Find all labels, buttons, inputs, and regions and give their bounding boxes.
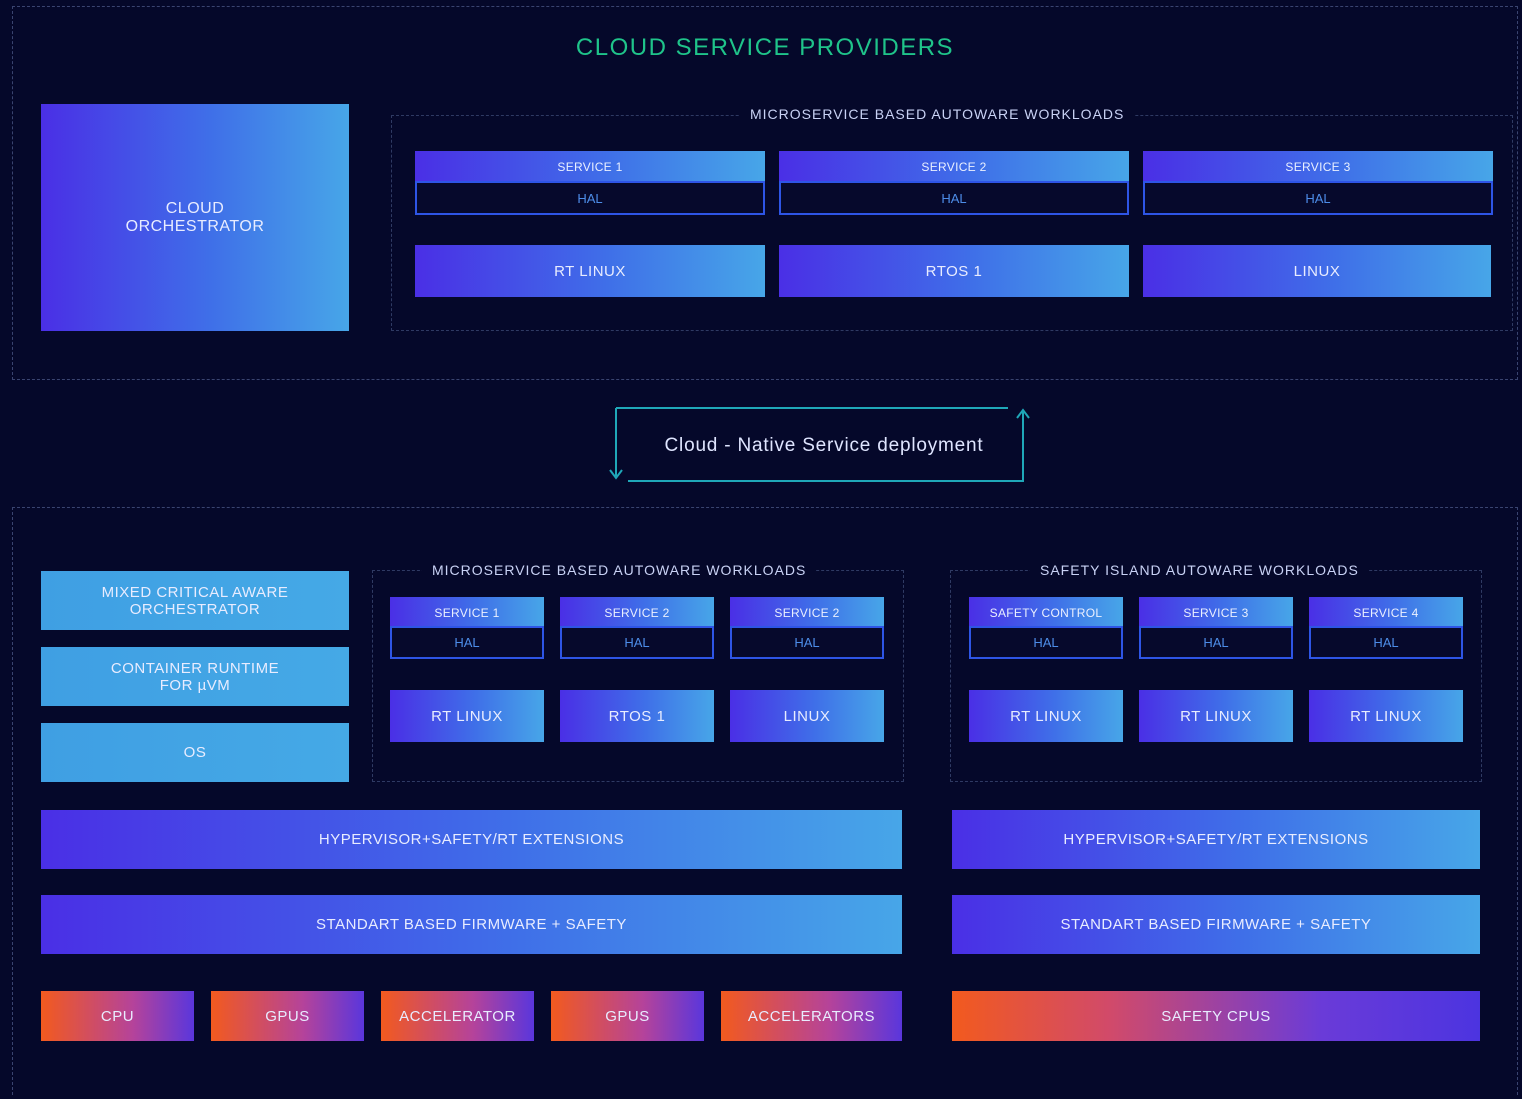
container-runtime: CONTAINER RUNTIME FOR µVM bbox=[41, 647, 349, 706]
edge-service-column-1: SERVICE 1 HAL RT LINUX bbox=[390, 597, 544, 743]
hardware-cpu: CPU bbox=[41, 991, 194, 1041]
service-header: SERVICE 4 bbox=[1309, 597, 1463, 628]
hypervisor-right: HYPERVISOR+SAFETY/RT EXTENSIONS bbox=[952, 810, 1480, 869]
mixed-critical-orchestrator: MIXED CRITICAL AWARE ORCHESTRATOR bbox=[41, 571, 349, 630]
os-block: RT LINUX bbox=[969, 690, 1123, 742]
service-header: SERVICE 2 bbox=[560, 597, 714, 628]
service-header: SERVICE 1 bbox=[415, 151, 765, 183]
hal-box: HAL bbox=[969, 626, 1123, 659]
mixed-orchestrator-label-1: MIXED CRITICAL AWARE bbox=[101, 583, 289, 601]
hal-box: HAL bbox=[730, 626, 884, 659]
service-header: SERVICE 2 bbox=[779, 151, 1129, 183]
hal-box: HAL bbox=[1143, 181, 1493, 215]
top-service-column-1: SERVICE 1 HAL RT LINUX bbox=[415, 151, 765, 297]
service-header: SERVICE 3 bbox=[1143, 151, 1493, 183]
container-runtime-label-2: FOR µVM bbox=[159, 676, 231, 694]
os-block: RT LINUX bbox=[415, 245, 765, 297]
service-header: SERVICE 1 bbox=[390, 597, 544, 628]
service-header: SERVICE 2 bbox=[730, 597, 884, 628]
safety-island-title: SAFETY ISLAND AUTOWARE WORKLOADS bbox=[1030, 562, 1369, 578]
os-block: RTOS 1 bbox=[560, 690, 714, 742]
os-block: RTOS 1 bbox=[779, 245, 1129, 297]
deployment-label: Cloud - Native Service deployment bbox=[664, 435, 984, 456]
cloud-orchestrator-label-2: ORCHESTRATOR bbox=[125, 217, 265, 235]
os-block: LINUX bbox=[730, 690, 884, 742]
firmware-left: STANDART BASED FIRMWARE + SAFETY bbox=[41, 895, 902, 954]
service-header: SAFETY CONTROL bbox=[969, 597, 1123, 628]
top-service-column-3: SERVICE 3 HAL LINUX bbox=[1143, 151, 1493, 297]
hardware-accelerator: ACCELERATOR bbox=[381, 991, 534, 1041]
top-service-column-2: SERVICE 2 HAL RTOS 1 bbox=[779, 151, 1129, 297]
hardware-accelerators: ACCELERATORS bbox=[721, 991, 902, 1041]
cloud-orchestrator: CLOUD ORCHESTRATOR bbox=[41, 104, 349, 331]
top-workloads-title: MICROSERVICE BASED AUTOWARE WORKLOADS bbox=[740, 106, 1135, 122]
edge-microservice-title: MICROSERVICE BASED AUTOWARE WORKLOADS bbox=[422, 562, 817, 578]
cloud-orchestrator-label-1: CLOUD bbox=[165, 199, 225, 217]
safety-service-column-3: SERVICE 4 HAL RT LINUX bbox=[1309, 597, 1463, 743]
os-block: RT LINUX bbox=[1309, 690, 1463, 742]
container-runtime-label-1: CONTAINER RUNTIME bbox=[110, 659, 280, 677]
hal-box: HAL bbox=[415, 181, 765, 215]
hardware-gpus-2: GPUs bbox=[551, 991, 704, 1041]
firmware-right: STANDART BASED FIRMWARE + SAFETY bbox=[952, 895, 1480, 954]
cloud-providers-title: CLOUD SERVICE PROVIDERS bbox=[575, 34, 955, 61]
safety-service-column-1: SAFETY CONTROL HAL RT LINUX bbox=[969, 597, 1123, 743]
hal-box: HAL bbox=[1139, 626, 1293, 659]
hal-box: HAL bbox=[779, 181, 1129, 215]
hal-box: HAL bbox=[560, 626, 714, 659]
hardware-gpus-1: GPUs bbox=[211, 991, 364, 1041]
edge-service-column-2: SERVICE 2 HAL RTOS 1 bbox=[560, 597, 714, 743]
hal-box: HAL bbox=[390, 626, 544, 659]
service-header: SERVICE 3 bbox=[1139, 597, 1293, 628]
hardware-safety-cpus: SAFETY CPUs bbox=[952, 991, 1480, 1041]
os-block: RT LINUX bbox=[390, 690, 544, 742]
safety-service-column-2: SERVICE 3 HAL RT LINUX bbox=[1139, 597, 1293, 743]
hypervisor-left: HYPERVISOR+SAFETY/RT EXTENSIONS bbox=[41, 810, 902, 869]
os-block: RT LINUX bbox=[1139, 690, 1293, 742]
os-block-stack: OS bbox=[41, 723, 349, 782]
hal-box: HAL bbox=[1309, 626, 1463, 659]
os-block: LINUX bbox=[1143, 245, 1491, 297]
mixed-orchestrator-label-2: ORCHESTRATOR bbox=[129, 600, 261, 618]
edge-service-column-3: SERVICE 2 HAL LINUX bbox=[730, 597, 884, 743]
